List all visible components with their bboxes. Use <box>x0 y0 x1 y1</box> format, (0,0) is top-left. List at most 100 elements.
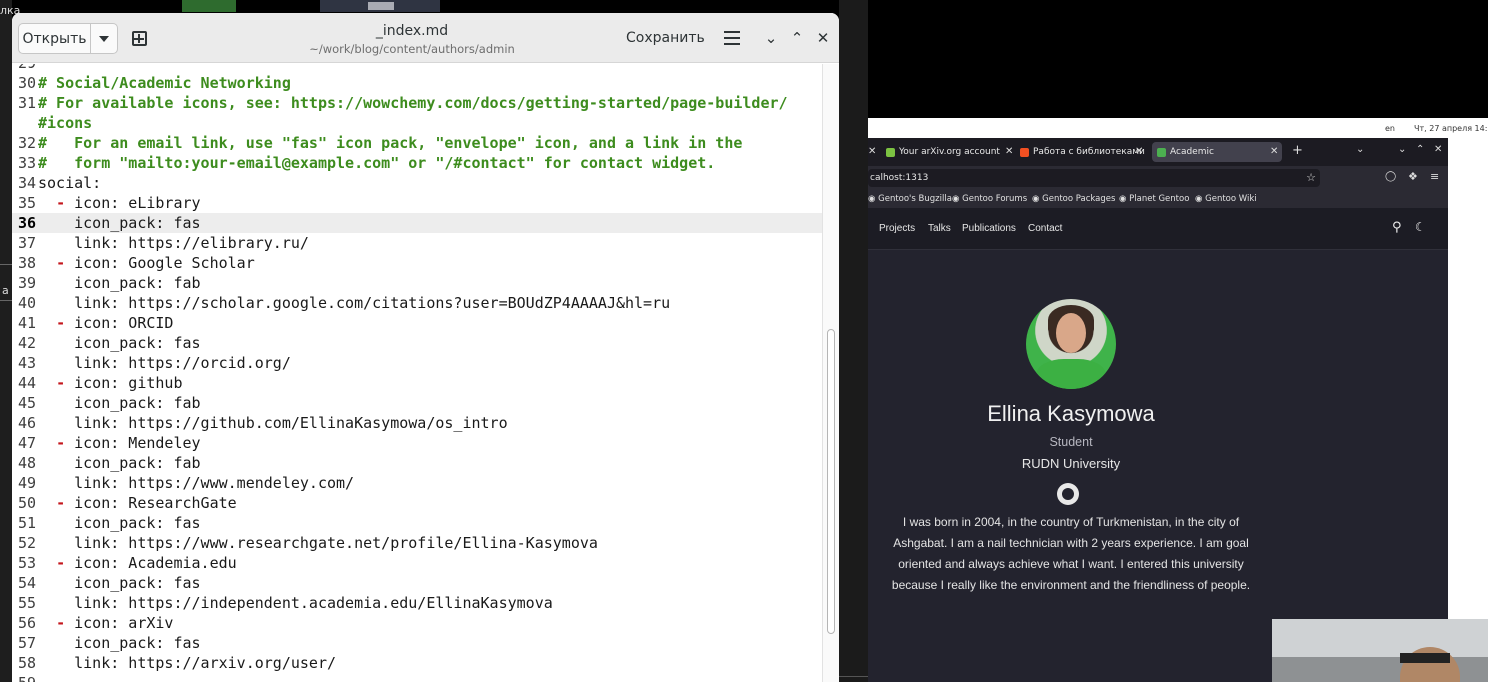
close-tab-icon[interactable]: ✕ <box>1270 146 1278 157</box>
minimize-button[interactable]: ⌄ <box>760 27 782 49</box>
save-button[interactable]: Сохранить <box>626 30 705 46</box>
code-line[interactable]: 31 # For available icons, see: https://wo… <box>12 93 822 113</box>
bookmark-item[interactable]: ◉ Planet Gentoo <box>1119 194 1189 204</box>
code-line[interactable]: 57 icon_pack: fas <box>12 633 822 653</box>
comment-text: # For an email link, use "fas" icon pack… <box>38 134 743 152</box>
pocket-icon[interactable]: ◯ <box>1385 171 1396 182</box>
code-text: link: https://scholar.google.com/citatio… <box>38 294 671 312</box>
minimize-button[interactable]: ⌄ <box>1398 144 1406 155</box>
list-tabs-icon[interactable]: ⌄ <box>1356 144 1364 155</box>
line-number: 38 <box>17 254 36 272</box>
chevron-down-icon <box>99 35 109 42</box>
code-line[interactable]: 43 link: https://orcid.org/ <box>12 353 822 373</box>
bookmark-item[interactable]: ◉ Gentoo Packages <box>1032 194 1115 204</box>
dark-mode-icon[interactable]: ☾ <box>1415 220 1426 234</box>
code-line[interactable]: 44 - icon: github <box>12 373 822 393</box>
clock[interactable]: Чт, 27 апреля 14: <box>1414 124 1487 133</box>
line-text: - icon: eLibrary <box>38 193 201 213</box>
hamburger-menu-icon[interactable] <box>724 31 740 45</box>
arxiv-favicon-icon <box>886 147 895 157</box>
new-tab-button[interactable] <box>128 27 150 49</box>
code-line[interactable]: 58 link: https://arxiv.org/user/ <box>12 653 822 673</box>
close-button[interactable]: ✕ <box>812 27 834 49</box>
code-line[interactable]: 49 link: https://www.mendeley.com/ <box>12 473 822 493</box>
new-tab-icon[interactable]: + <box>1292 143 1303 158</box>
code-line[interactable]: 34 social: <box>12 173 822 193</box>
code-line[interactable]: 29 <box>12 64 822 73</box>
line-number: 43 <box>17 354 36 372</box>
code-text: icon: arXiv <box>65 614 174 632</box>
scrollbar-thumb[interactable] <box>827 329 835 634</box>
keyboard-layout-indicator[interactable]: en <box>1385 124 1395 133</box>
close-tab-icon[interactable]: ✕ <box>868 146 876 157</box>
tab-bar: ✕ Your arXiv.org account ✕ Работа с библ… <box>868 138 1448 166</box>
code-line[interactable]: 45 icon_pack: fab <box>12 393 822 413</box>
nav-link-publications[interactable]: Publications <box>962 223 1016 234</box>
search-icon[interactable]: ⚲ <box>1392 220 1402 235</box>
line-text: - icon: ResearchGate <box>38 493 237 513</box>
code-line[interactable]: 33 # form "mailto:your-email@example.com"… <box>12 153 822 173</box>
nav-link-talks[interactable]: Talks <box>928 223 951 234</box>
code-line[interactable]: 37 link: https://elibrary.ru/ <box>12 233 822 253</box>
tab-libraries[interactable]: Работа с библиотеками <box>1020 142 1148 162</box>
desktop: лка a il Открыть _index.md ~/work/blog/c… <box>0 0 1488 682</box>
github-icon[interactable] <box>1057 483 1079 505</box>
bookmark-item[interactable]: ◉ Gentoo Wiki <box>1195 194 1257 204</box>
bookmark-star-icon[interactable]: ☆ <box>1306 169 1316 187</box>
url-bar[interactable]: calhost:1313 ☆ <box>868 169 1320 187</box>
tab-academic[interactable]: Academic ✕ <box>1152 142 1282 162</box>
code-line[interactable]: 55 link: https://independent.academia.ed… <box>12 593 822 613</box>
tab-arxiv[interactable]: Your arXiv.org account <box>886 142 1016 162</box>
code-line[interactable]: 53 - icon: Academia.edu <box>12 553 822 573</box>
line-text: icon_pack: fas <box>38 513 200 533</box>
nav-link-projects[interactable]: Projects <box>879 223 915 234</box>
bookmark-item[interactable]: ◉ Gentoo Forums <box>952 194 1027 204</box>
code-line[interactable]: 56 - icon: arXiv <box>12 613 822 633</box>
code-line[interactable]: 46 link: https://github.com/EllinaKasymo… <box>12 413 822 433</box>
code-line[interactable]: 51 icon_pack: fas <box>12 513 822 533</box>
maximize-button[interactable]: ⌃ <box>786 27 808 49</box>
code-line[interactable]: 52 link: https://www.researchgate.net/pr… <box>12 533 822 553</box>
new-tab-icon <box>131 30 147 46</box>
line-number: 36 <box>17 214 36 232</box>
bookmark-item[interactable]: ◉ Gentoo's Bugzilla <box>868 194 952 204</box>
code-text: icon: ResearchGate <box>65 494 237 512</box>
nav-link-contact[interactable]: Contact <box>1028 223 1062 234</box>
line-number: 30 <box>17 74 36 92</box>
code-line[interactable]: 54 icon_pack: fas <box>12 573 822 593</box>
code-line[interactable]: 40 link: https://scholar.google.com/cita… <box>12 293 822 313</box>
extensions-icon[interactable]: ❖ <box>1408 170 1418 183</box>
current-line[interactable]: 36 icon_pack: fas <box>12 213 822 233</box>
code-line[interactable]: 59 <box>12 673 822 682</box>
line-text: # form "mailto:your-email@example.com" o… <box>38 153 715 173</box>
close-tab-icon[interactable]: ✕ <box>1005 146 1013 157</box>
close-tab-icon[interactable]: ✕ <box>1135 146 1143 157</box>
close-button[interactable]: ✕ <box>1434 144 1442 155</box>
vertical-scrollbar[interactable] <box>822 64 839 682</box>
line-text: - icon: Academia.edu <box>38 553 237 573</box>
open-button[interactable]: Открыть <box>18 23 90 54</box>
code-line[interactable]: #icons <box>12 113 822 133</box>
profile-organization[interactable]: RUDN University <box>868 456 1274 471</box>
desktop-gap <box>839 0 868 682</box>
code-line[interactable]: 39 icon_pack: fab <box>12 273 822 293</box>
menu-icon[interactable]: ≡ <box>1430 170 1439 183</box>
code-line[interactable]: 42 icon_pack: fas <box>12 333 822 353</box>
open-dropdown-button[interactable] <box>90 23 118 54</box>
code-line[interactable]: 35 - icon: eLibrary <box>12 193 822 213</box>
code-text: social: <box>38 174 102 192</box>
line-text: link: https://www.researchgate.net/profi… <box>38 533 598 553</box>
code-line[interactable]: 47 - icon: Mendeley <box>12 433 822 453</box>
code-line[interactable]: 30 # Social/Academic Networking <box>12 73 822 93</box>
code-line[interactable]: 41 - icon: ORCID <box>12 313 822 333</box>
maximize-button[interactable]: ⌃ <box>1416 144 1424 155</box>
code-line[interactable]: 48 icon_pack: fab <box>12 453 822 473</box>
code-text: icon_pack: fab <box>38 454 201 472</box>
code-line[interactable]: 32 # For an email link, use "fas" icon pa… <box>12 133 822 153</box>
line-text: social: <box>38 173 101 193</box>
code-line[interactable]: 38 - icon: Google Scholar <box>12 253 822 273</box>
list-dash: - <box>56 314 66 332</box>
desktop-background <box>868 0 1488 118</box>
editor-text-area[interactable]: 2930# Social/Academic Networking31# For … <box>12 64 839 682</box>
code-line[interactable]: 50 - icon: ResearchGate <box>12 493 822 513</box>
